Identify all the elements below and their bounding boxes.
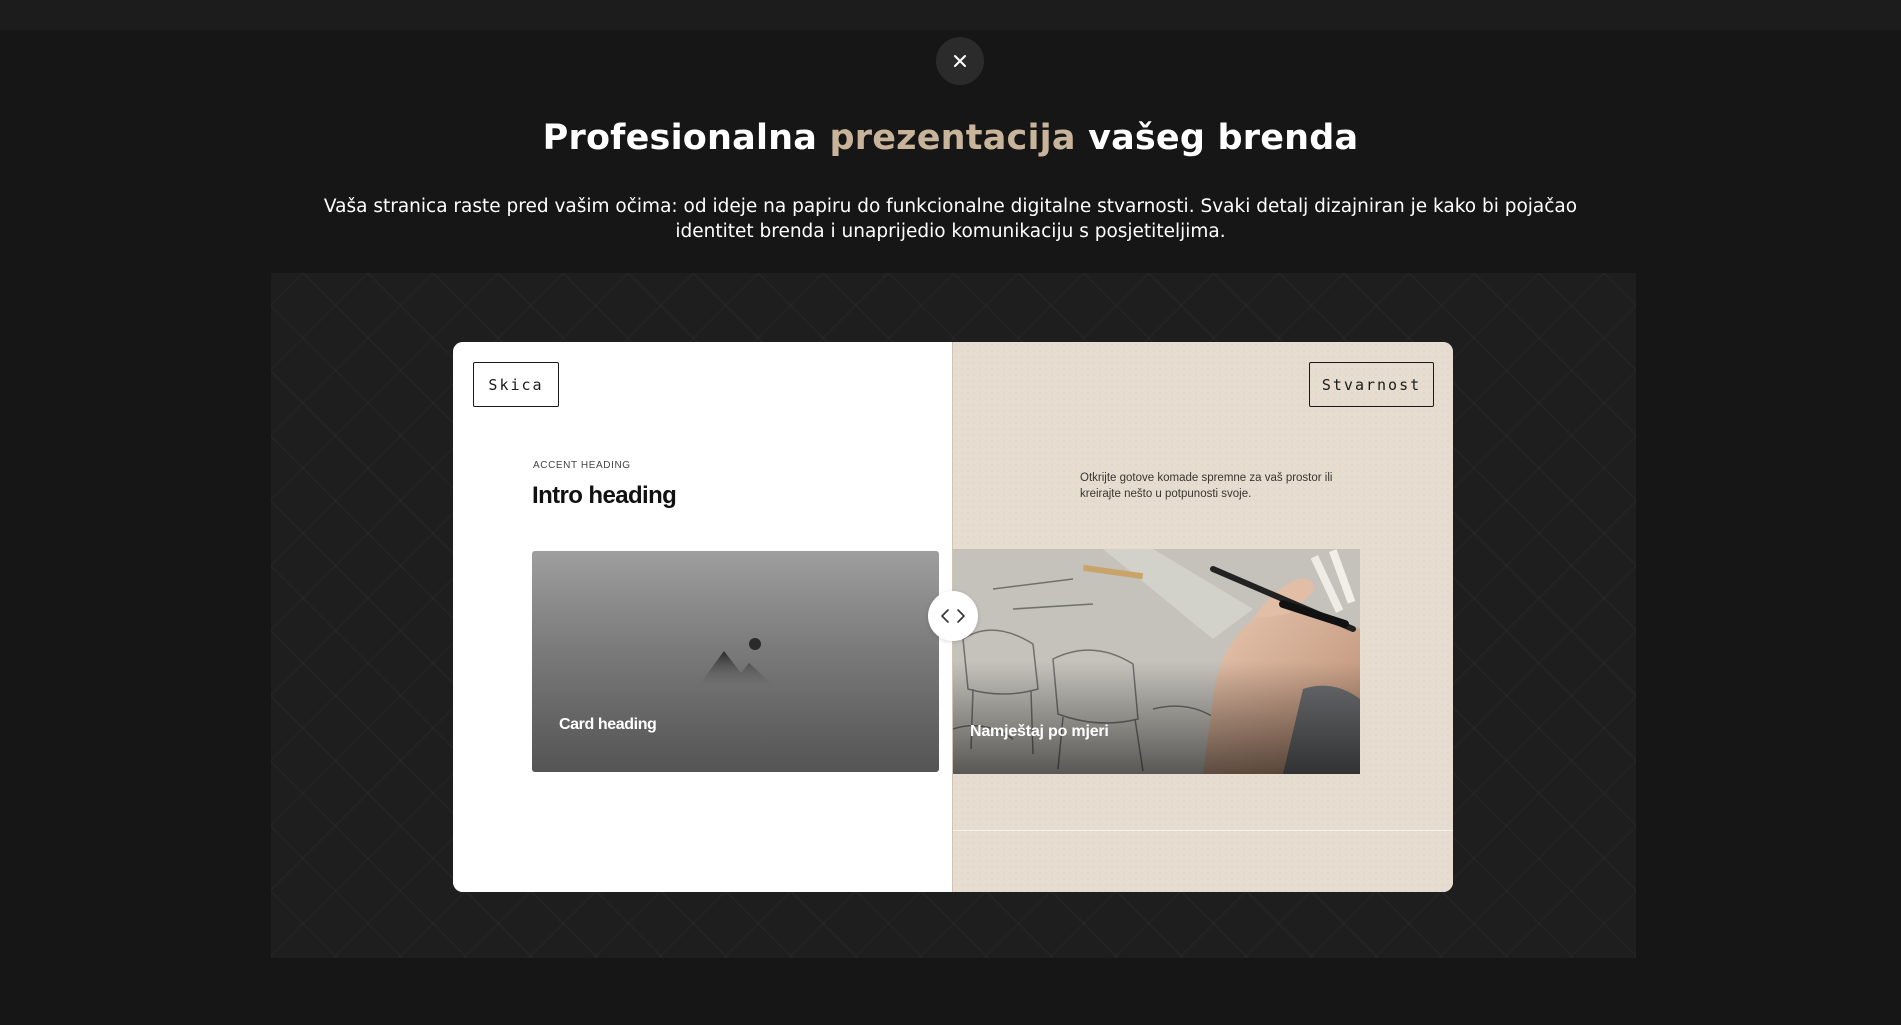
sketch-card: Card heading <box>532 551 939 772</box>
before-after-slider[interactable]: Skica ACCENT HEADING Intro heading Card … <box>453 342 1453 892</box>
top-bar <box>0 0 1901 30</box>
reality-intro-text: Otkrijte gotove komade spremne za vaš pr… <box>1080 472 1333 500</box>
comparison-slider-handle[interactable] <box>928 591 978 641</box>
title-accent: prezentacija <box>829 118 1076 158</box>
chevron-left-right-icon <box>941 609 965 623</box>
image-placeholder-icon <box>699 638 773 685</box>
reality-label: Stvarnost <box>1309 362 1434 407</box>
title-part-1: Profesionalna <box>542 118 818 158</box>
divider-line <box>953 830 1453 831</box>
reality-card-heading: Namještaj po mjeri <box>970 723 1109 740</box>
title-part-2: vašeg brenda <box>1088 118 1359 158</box>
sketch-label: Skica <box>473 362 559 407</box>
close-button[interactable] <box>936 37 984 85</box>
reality-pane: Stvarnost Otkrijte gotove komade spremne… <box>952 342 1453 892</box>
accent-heading: ACCENT HEADING <box>533 460 631 471</box>
reality-card: Namještaj po mjeri <box>953 549 1360 774</box>
sketch-pane: Skica ACCENT HEADING Intro heading Card … <box>453 342 952 892</box>
sketch-card-heading: Card heading <box>559 716 657 733</box>
modal-title: Profesionalna prezentacija vašeg brenda <box>0 118 1901 158</box>
intro-heading: Intro heading <box>532 482 677 509</box>
modal-description: Vaša stranica raste pred vašim očima: od… <box>323 196 1578 242</box>
close-icon <box>954 55 966 67</box>
